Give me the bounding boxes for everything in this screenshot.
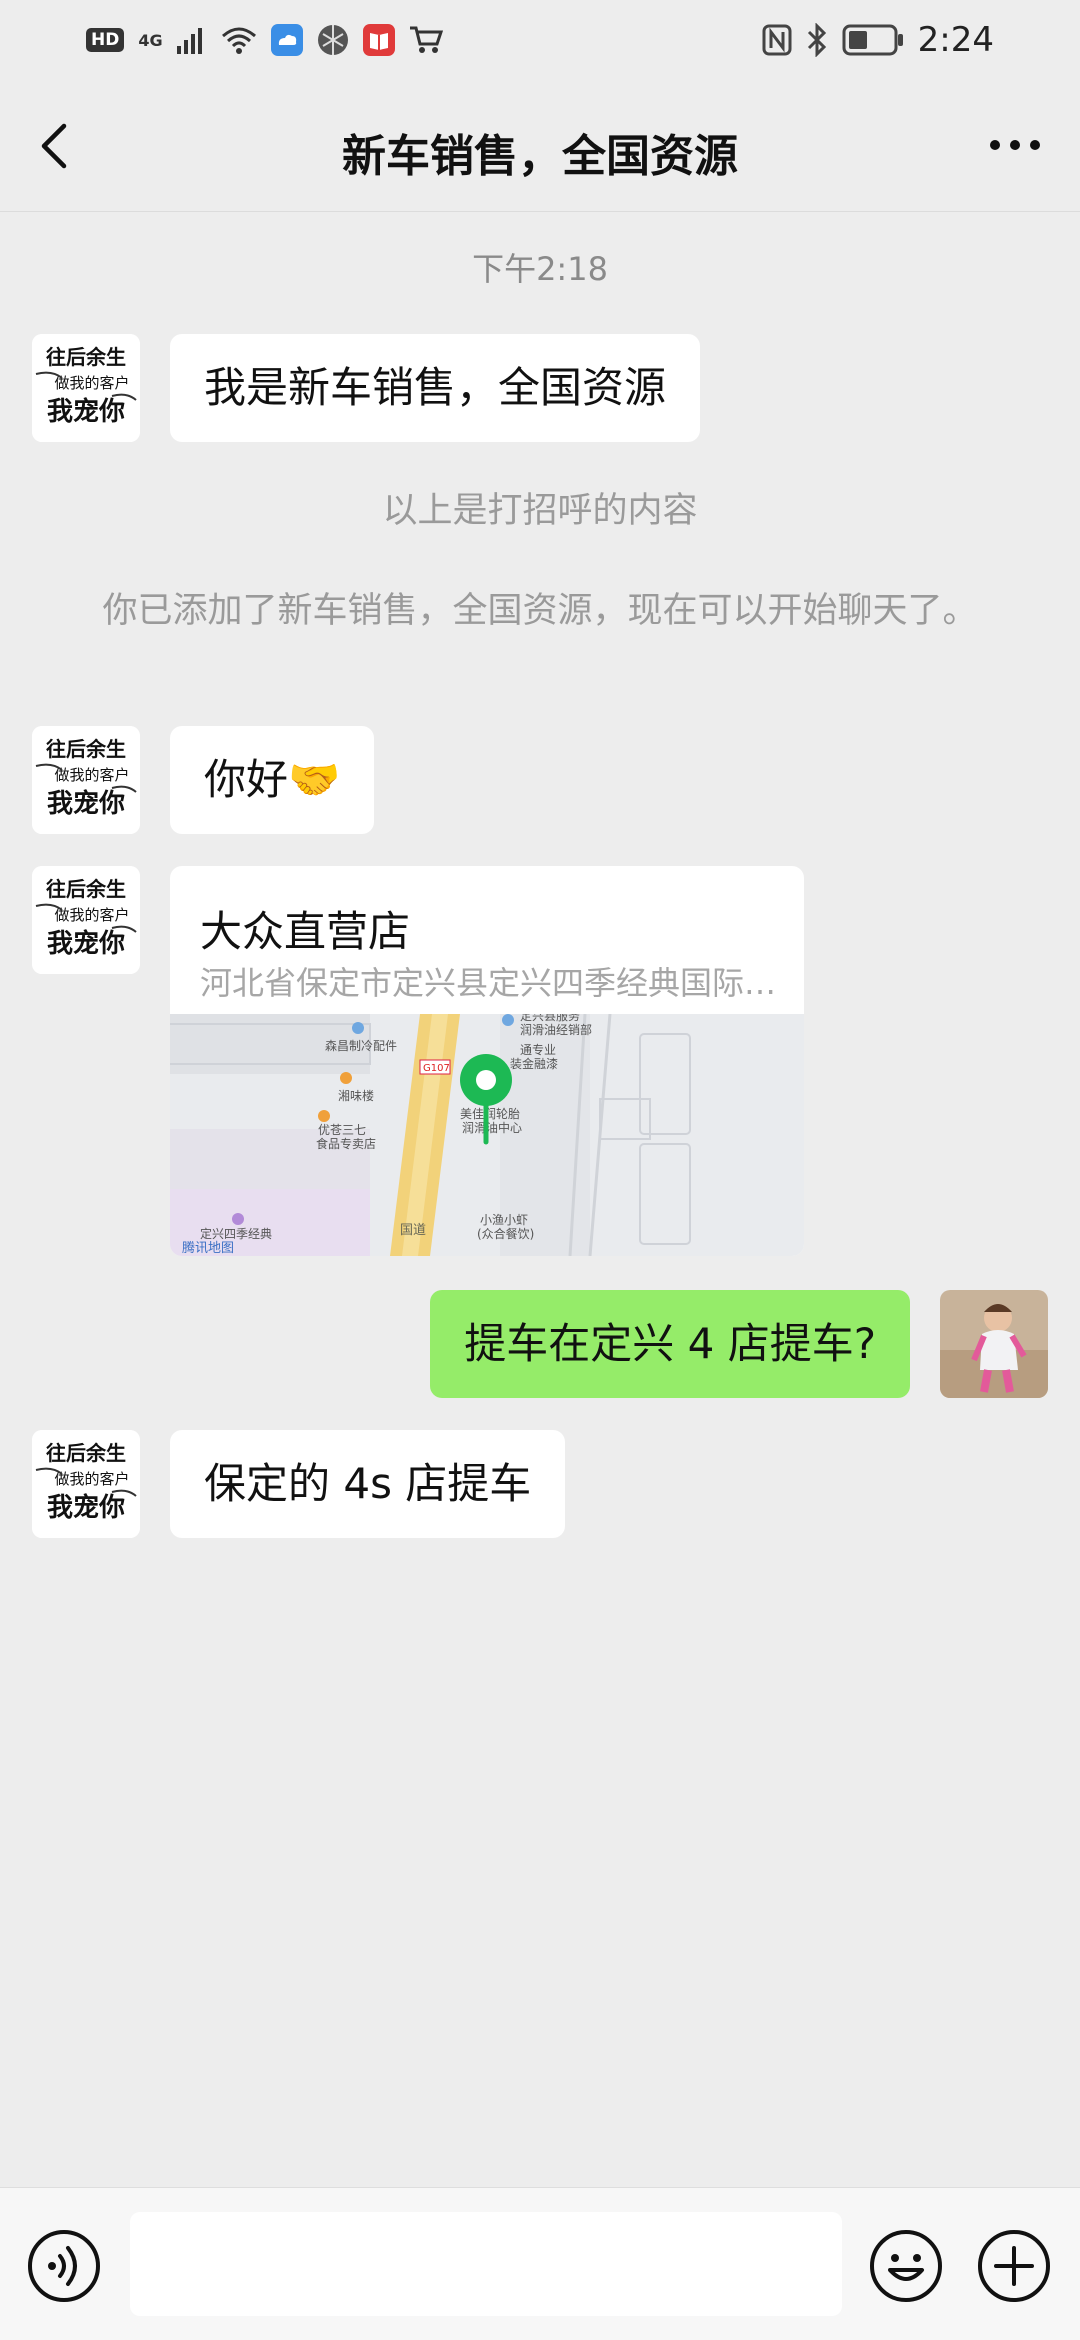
smiley-icon <box>870 2230 942 2302</box>
svg-text:润滑油经销部: 润滑油经销部 <box>520 1022 592 1037</box>
avatar-calligraphy-image: 往后余生 做我的客户 我宠你 <box>32 866 140 974</box>
my-message-bubble[interactable]: 提车在定兴 4 店提车? <box>430 1290 910 1398</box>
contact-avatar[interactable]: 往后余生 做我的客户 我宠你 <box>32 334 140 442</box>
svg-text:润滑油中心: 润滑油中心 <box>462 1120 522 1135</box>
svg-text:往后余生: 往后余生 <box>46 1441 126 1465</box>
camera-app-icon <box>317 24 349 56</box>
message-input-bar <box>0 2187 1080 2340</box>
svg-text:我宠你: 我宠你 <box>47 788 125 819</box>
svg-text:做我的客户: 做我的客户 <box>54 374 129 392</box>
avatar-calligraphy-image: 往后余生 做我的客户 我宠你 <box>32 726 140 834</box>
message-bubble[interactable]: 我是新车销售，全国资源 <box>170 334 701 442</box>
status-bar: HD 4G 2:24 <box>0 0 1080 80</box>
message-bubble[interactable]: 保定的 4s 店提车 <box>170 1430 566 1538</box>
child-photo-avatar <box>940 1290 1048 1398</box>
voice-icon <box>28 2230 100 2302</box>
more-dots-icon <box>990 140 1040 150</box>
svg-text:(众合餐饮): (众合餐饮) <box>477 1226 534 1241</box>
svg-text:往后余生: 往后余生 <box>46 737 126 761</box>
svg-text:我宠你: 我宠你 <box>47 1492 125 1523</box>
svg-text:我宠你: 我宠你 <box>47 396 125 427</box>
nfc-icon <box>762 24 792 56</box>
svg-text:装金融漆: 装金融漆 <box>510 1056 558 1071</box>
svg-text:做我的客户: 做我的客户 <box>54 1470 129 1488</box>
avatar-calligraphy-image: 往后余生 做我的客户 我宠你 <box>32 334 140 442</box>
status-bar-right: 2:24 <box>762 20 994 60</box>
bluetooth-icon <box>806 23 828 57</box>
avatar-calligraphy-image: 往后余生 做我的客户 我宠你 <box>32 1430 140 1538</box>
svg-text:食品专卖店: 食品专卖店 <box>316 1136 376 1151</box>
cloud-app-icon <box>270 24 303 56</box>
my-avatar[interactable] <box>940 1290 1048 1398</box>
message-timestamp: 下午2:18 <box>472 250 608 288</box>
svg-text:做我的客户: 做我的客户 <box>54 906 129 924</box>
location-message-card[interactable]: 大众直营店 河北省保定市定兴县定兴四季经典国际… 森昌制冷配件 湘味楼 优苍三七… <box>170 866 804 1256</box>
chat-messages[interactable]: 下午2:18 往后余生 做我的客户 我宠你 我是新车销售，全国资源 以上是打招呼… <box>0 212 1080 2187</box>
hd-badge: HD <box>86 28 125 52</box>
svg-text:做我的客户: 做我的客户 <box>54 766 129 784</box>
more-button[interactable] <box>980 120 1050 170</box>
contact-avatar[interactable]: 往后余生 做我的客户 我宠你 <box>32 866 140 974</box>
location-title: 大众直营店 <box>200 907 411 956</box>
svg-text:定兴四季经典: 定兴四季经典 <box>200 1226 272 1241</box>
svg-text:往后余生: 往后余生 <box>46 345 126 369</box>
chat-title: 新车销售，全国资源 <box>342 131 738 182</box>
svg-text:G107: G107 <box>423 1063 450 1074</box>
svg-text:腾讯地图: 腾讯地图 <box>182 1240 234 1256</box>
voice-input-button[interactable] <box>26 2228 102 2304</box>
svg-text:国道: 国道 <box>400 1223 426 1238</box>
battery-icon <box>842 24 904 56</box>
svg-text:优苍三七: 优苍三七 <box>318 1123 366 1137</box>
more-functions-button[interactable] <box>976 2228 1052 2304</box>
emoji-button[interactable] <box>868 2228 944 2304</box>
message-bubble[interactable]: 你好🤝 <box>170 726 375 834</box>
shopping-cart-icon <box>409 25 443 55</box>
svg-text:湘味楼: 湘味楼 <box>338 1088 374 1103</box>
system-message: 你已添加了新车销售，全国资源，现在可以开始聊天了。 <box>102 591 978 631</box>
location-map-preview: 森昌制冷配件 湘味楼 优苍三七 食品专卖店 定兴四季经典 腾讯地图 G107 国… <box>170 1014 804 1256</box>
svg-text:美佳润轮胎: 美佳润轮胎 <box>460 1107 520 1121</box>
status-bar-left: HD 4G <box>86 24 443 56</box>
message-text-input[interactable] <box>130 2212 842 2316</box>
svg-text:通专业: 通专业 <box>520 1042 556 1057</box>
svg-text:我宠你: 我宠你 <box>47 928 125 959</box>
svg-text:定兴县服务: 定兴县服务 <box>520 1014 580 1023</box>
svg-text:森昌制冷配件: 森昌制冷配件 <box>325 1038 397 1053</box>
location-address: 河北省保定市定兴县定兴四季经典国际… <box>200 964 777 1002</box>
signal-icon <box>176 26 207 54</box>
svg-text:往后余生: 往后余生 <box>46 877 126 901</box>
book-app-icon <box>362 24 395 56</box>
system-message: 以上是打招呼的内容 <box>382 491 698 531</box>
plus-circle-icon <box>978 2230 1050 2302</box>
network-type: 4G <box>138 30 163 50</box>
clock: 2:24 <box>917 20 994 60</box>
contact-avatar[interactable]: 往后余生 做我的客户 我宠你 <box>32 726 140 834</box>
chat-header: 新车销售，全国资源 <box>0 80 1080 212</box>
wifi-icon <box>221 26 257 54</box>
svg-text:小渔小虾: 小渔小虾 <box>480 1213 528 1227</box>
contact-avatar[interactable]: 往后余生 做我的客户 我宠你 <box>32 1430 140 1538</box>
